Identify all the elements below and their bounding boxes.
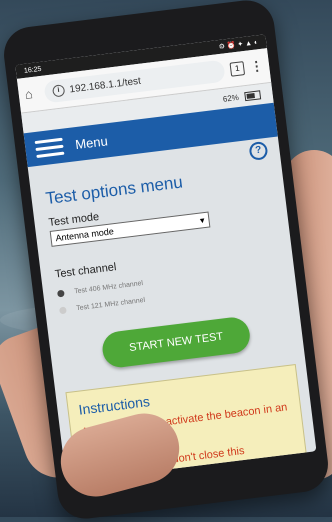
radio-button[interactable] <box>59 306 67 315</box>
home-icon[interactable]: ⌂ <box>24 86 40 102</box>
more-options-icon[interactable]: ⋮ <box>249 58 264 75</box>
battery-icon <box>244 89 262 101</box>
dropdown-arrow-icon: ▾ <box>199 214 206 226</box>
hamburger-icon[interactable] <box>34 137 65 158</box>
menu-label[interactable]: Menu <box>74 133 108 152</box>
test-mode-value: Antenna mode <box>54 226 115 244</box>
channel-label: Test 406 MHz channel <box>73 280 144 296</box>
start-new-test-button[interactable]: START NEW TEST <box>100 315 252 370</box>
url-text: 192.168.1.1/test <box>68 75 142 95</box>
status-time: 16:25 <box>23 65 42 75</box>
channel-label: Test 121 MHz channel <box>75 296 146 313</box>
battery-percent: 62% <box>222 92 240 104</box>
radio-button-selected[interactable] <box>56 289 65 298</box>
tabs-button[interactable]: 1 <box>229 61 246 77</box>
test-options-form: Test options menu Test mode Antenna mode… <box>31 160 304 375</box>
help-icon[interactable]: ? <box>248 140 269 161</box>
info-icon[interactable]: i <box>51 84 66 98</box>
phone-screen: 16:25 ⚙ ⏰ ✦ ▲ ◐ ⌂ i 192.168.1.1/test 1 ⋮… <box>15 34 317 482</box>
test-channel-label: Test channel <box>54 261 118 281</box>
